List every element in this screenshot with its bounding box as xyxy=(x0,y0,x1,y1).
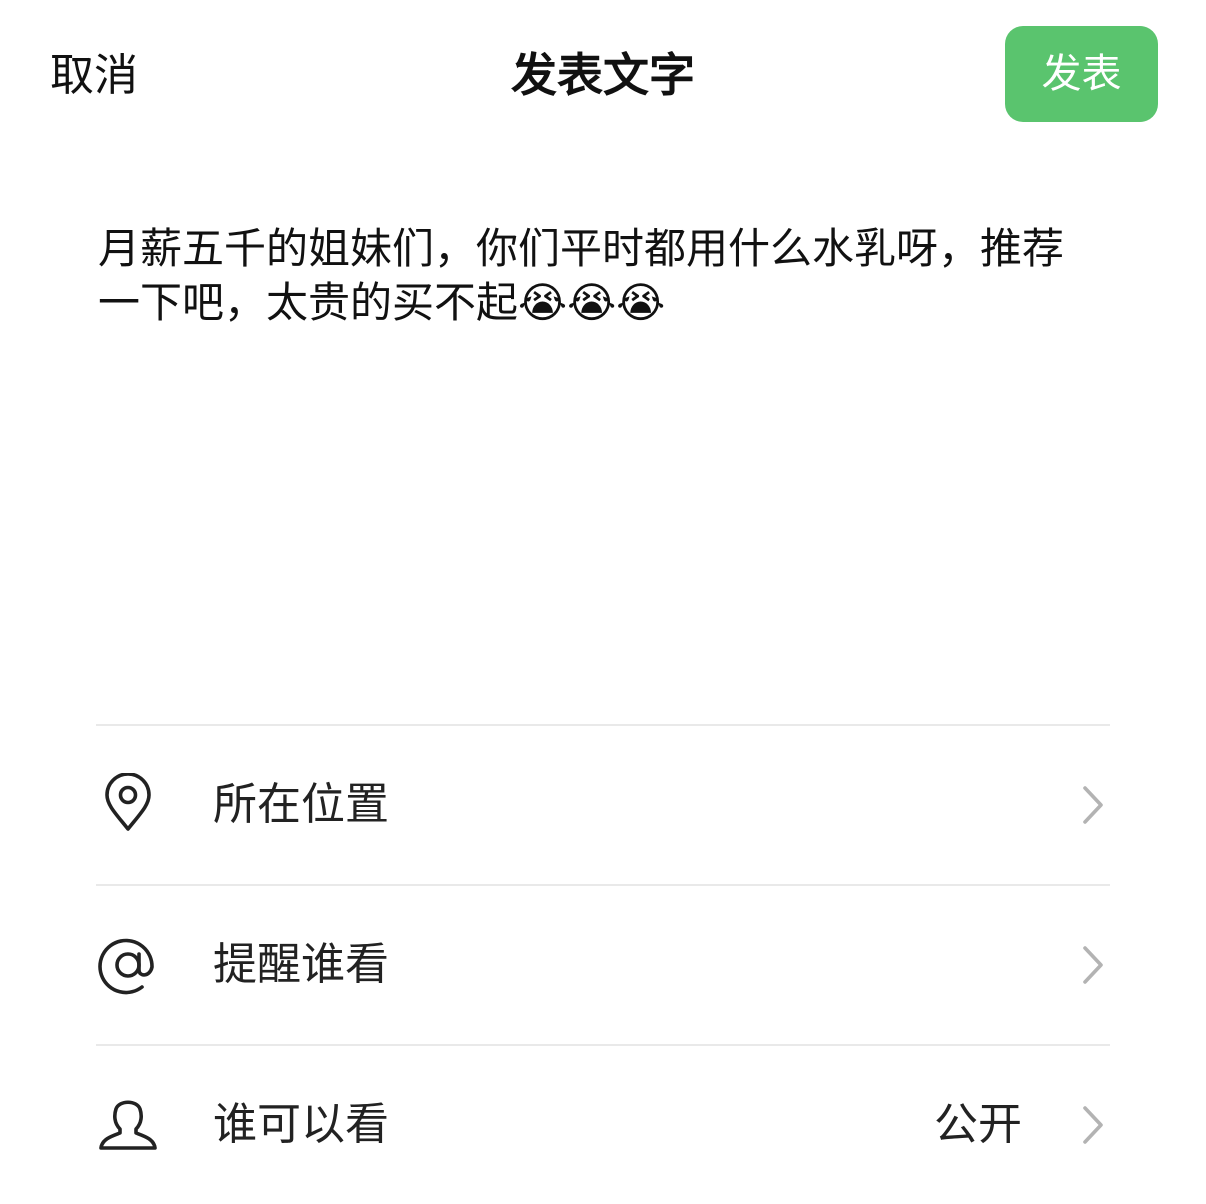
location-label: 所在位置 xyxy=(213,779,389,830)
visibility-value: 公开 xyxy=(934,1099,1022,1150)
publish-button[interactable]: 发表 xyxy=(1005,26,1158,122)
location-row[interactable]: 所在位置 xyxy=(96,724,1110,884)
location-pin-icon xyxy=(105,773,151,831)
top-bar: 取消 发表文字 发表 xyxy=(0,0,1206,150)
chevron-right-icon xyxy=(1083,946,1103,984)
mention-label: 提醒谁看 xyxy=(213,939,389,990)
person-icon xyxy=(99,1100,157,1150)
mention-row[interactable]: 提醒谁看 xyxy=(96,884,1110,1044)
chevron-right-icon xyxy=(1083,1106,1103,1144)
at-sign-icon xyxy=(98,938,154,995)
post-text-input[interactable]: 月薪五千的姐妹们，你们平时都用什么水乳呀，推荐一下吧，太贵的买不起😭😭😭 xyxy=(98,222,1098,692)
post-options-list: 所在位置 提醒谁看 谁可以看 公开 xyxy=(96,724,1110,1204)
chevron-right-icon xyxy=(1083,786,1103,824)
visibility-row[interactable]: 谁可以看 公开 xyxy=(96,1044,1110,1204)
visibility-label: 谁可以看 xyxy=(213,1099,389,1150)
